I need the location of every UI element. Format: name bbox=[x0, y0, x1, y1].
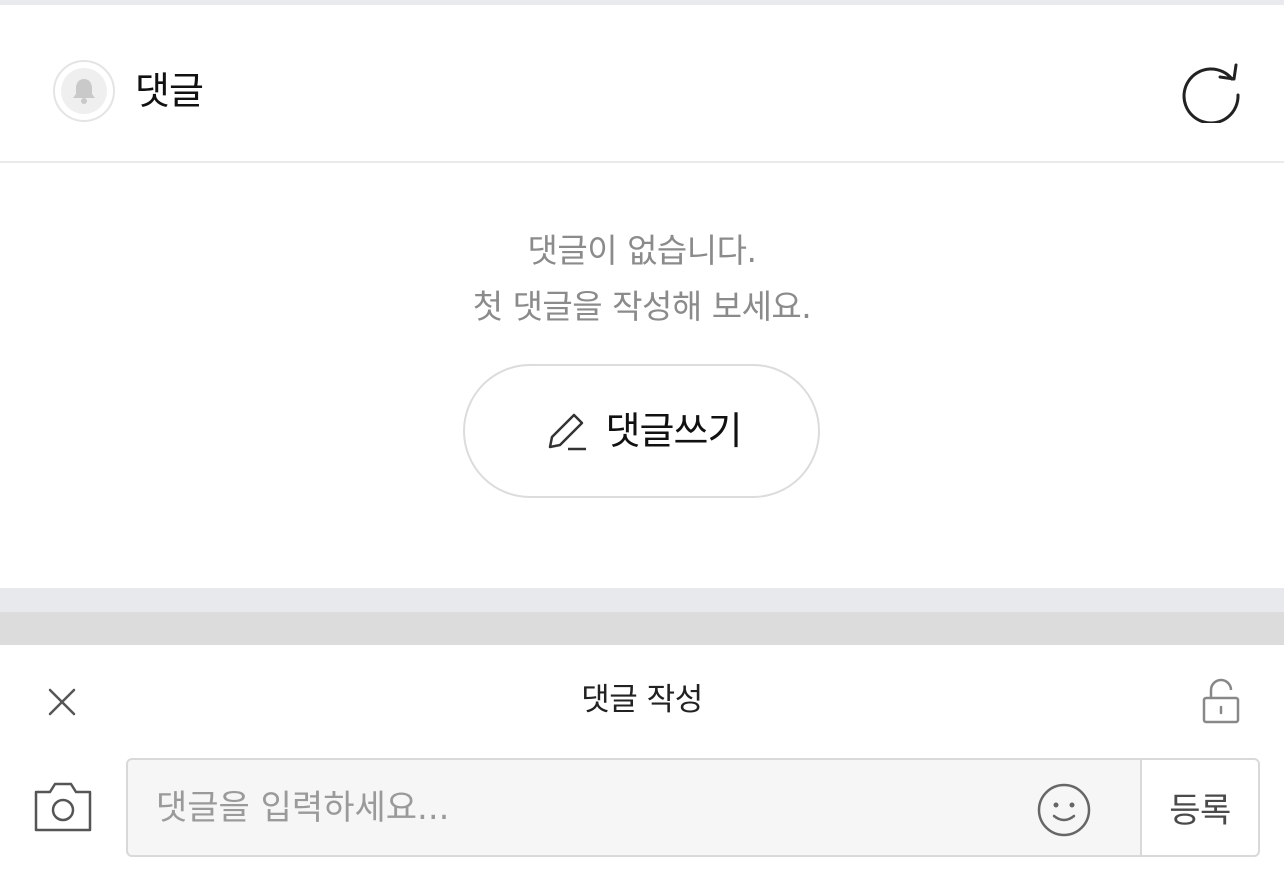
camera-icon[interactable] bbox=[30, 776, 96, 836]
unlock-icon[interactable] bbox=[1198, 676, 1244, 726]
write-comment-label: 댓글쓰기 bbox=[605, 409, 743, 453]
section-divider bbox=[0, 588, 1284, 612]
close-icon[interactable] bbox=[40, 680, 84, 724]
page-title: 댓글 bbox=[135, 69, 204, 113]
overlay-dim bbox=[0, 612, 1284, 645]
bell-icon bbox=[61, 68, 107, 114]
notification-avatar[interactable] bbox=[53, 60, 115, 122]
comment-input[interactable] bbox=[156, 760, 1036, 855]
comment-header: 댓글 bbox=[0, 5, 1284, 163]
submit-button[interactable]: 등록 bbox=[1140, 758, 1260, 857]
emoji-icon[interactable] bbox=[1036, 782, 1092, 838]
empty-submessage: 첫 댓글을 작성해 보세요. bbox=[472, 287, 812, 326]
refresh-icon[interactable] bbox=[1180, 57, 1246, 125]
comment-input-container bbox=[126, 758, 1141, 857]
empty-message: 댓글이 없습니다. bbox=[527, 231, 758, 270]
pencil-icon bbox=[542, 407, 590, 455]
write-comment-button[interactable]: 댓글쓰기 bbox=[463, 364, 820, 498]
